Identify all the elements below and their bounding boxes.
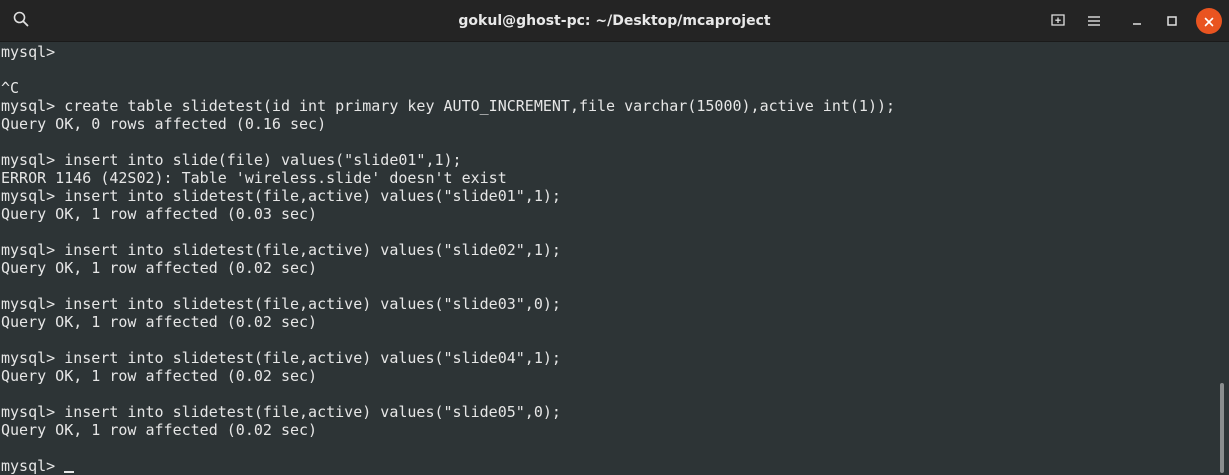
terminal-line-text: ERROR 1146 (42S02): Table 'wireless.slid… bbox=[1, 169, 507, 187]
minimize-icon bbox=[1131, 12, 1143, 31]
terminal-line-text: mysql> insert into slide(file) values("s… bbox=[1, 151, 462, 169]
terminal-line-text: Query OK, 0 rows affected (0.16 sec) bbox=[1, 115, 327, 133]
terminal-line: mysql> bbox=[1, 457, 1216, 475]
terminal-line: Query OK, 1 row affected (0.02 sec) bbox=[1, 313, 1216, 331]
terminal-line: Query OK, 1 row affected (0.02 sec) bbox=[1, 421, 1216, 439]
terminal-line: mysql> insert into slidetest(file,active… bbox=[1, 187, 1216, 205]
terminal-line-text: mysql> create table slidetest(id int pri… bbox=[1, 97, 896, 115]
maximize-button[interactable] bbox=[1158, 7, 1186, 35]
terminal-line-text: Query OK, 1 row affected (0.02 sec) bbox=[1, 259, 318, 277]
terminal-line-text: mysql> bbox=[1, 457, 65, 475]
close-button[interactable] bbox=[1196, 8, 1222, 34]
terminal-line-text: Query OK, 1 row affected (0.03 sec) bbox=[1, 205, 318, 223]
terminal-line: mysql> create table slidetest(id int pri… bbox=[1, 97, 1216, 115]
terminal-line-text: Query OK, 1 row affected (0.02 sec) bbox=[1, 313, 318, 331]
text-cursor bbox=[64, 471, 75, 473]
terminal-line-text: Query OK, 1 row affected (0.02 sec) bbox=[1, 421, 318, 439]
terminal-window: gokul@ghost-pc: ~/Desktop/mcaproject mys… bbox=[0, 0, 1229, 475]
terminal-line-text: mysql> insert into slidetest(file,active… bbox=[1, 403, 561, 421]
terminal-output[interactable]: mysql> ^C mysql> create table slidetest(i… bbox=[0, 42, 1216, 475]
terminal-line: mysql> insert into slidetest(file,active… bbox=[1, 295, 1216, 313]
terminal-line: ERROR 1146 (42S02): Table 'wireless.slid… bbox=[1, 169, 1216, 187]
terminal-line: Query OK, 0 rows affected (0.16 sec) bbox=[1, 115, 1216, 133]
terminal-line: Query OK, 1 row affected (0.02 sec) bbox=[1, 259, 1216, 277]
terminal-line-text: Query OK, 1 row affected (0.02 sec) bbox=[1, 367, 318, 385]
new-tab-icon bbox=[1050, 11, 1066, 31]
scrollbar-thumb[interactable] bbox=[1220, 383, 1224, 473]
hamburger-menu-icon bbox=[1087, 12, 1101, 31]
terminal-line: mysql> insert into slidetest(file,active… bbox=[1, 403, 1216, 421]
maximize-icon bbox=[1166, 12, 1178, 31]
terminal-line-text: mysql> insert into slidetest(file,active… bbox=[1, 349, 561, 367]
terminal-line: mysql> insert into slide(file) values("s… bbox=[1, 151, 1216, 169]
terminal-line: mysql> insert into slidetest(file,active… bbox=[1, 241, 1216, 259]
terminal-line-text: mysql> insert into slidetest(file,active… bbox=[1, 187, 561, 205]
minimize-button[interactable] bbox=[1123, 7, 1151, 35]
menu-button[interactable] bbox=[1080, 7, 1108, 35]
terminal-line: Query OK, 1 row affected (0.03 sec) bbox=[1, 205, 1216, 223]
close-icon bbox=[1204, 12, 1214, 31]
terminal-line-text: mysql> insert into slidetest(file,active… bbox=[1, 295, 561, 313]
terminal-line: ^C bbox=[1, 79, 1216, 97]
terminal-line: mysql> insert into slidetest(file,active… bbox=[1, 349, 1216, 367]
title-bar[interactable]: gokul@ghost-pc: ~/Desktop/mcaproject bbox=[0, 0, 1229, 42]
terminal-line: mysql> bbox=[1, 43, 1216, 61]
terminal-line-text: mysql> insert into slidetest(file,active… bbox=[1, 241, 561, 259]
terminal-line: Query OK, 1 row affected (0.02 sec) bbox=[1, 367, 1216, 385]
new-tab-button[interactable] bbox=[1044, 7, 1072, 35]
terminal-line-text: ^C bbox=[1, 79, 20, 97]
terminal-line-text: mysql> bbox=[1, 43, 65, 61]
scrollbar[interactable] bbox=[1216, 42, 1229, 475]
